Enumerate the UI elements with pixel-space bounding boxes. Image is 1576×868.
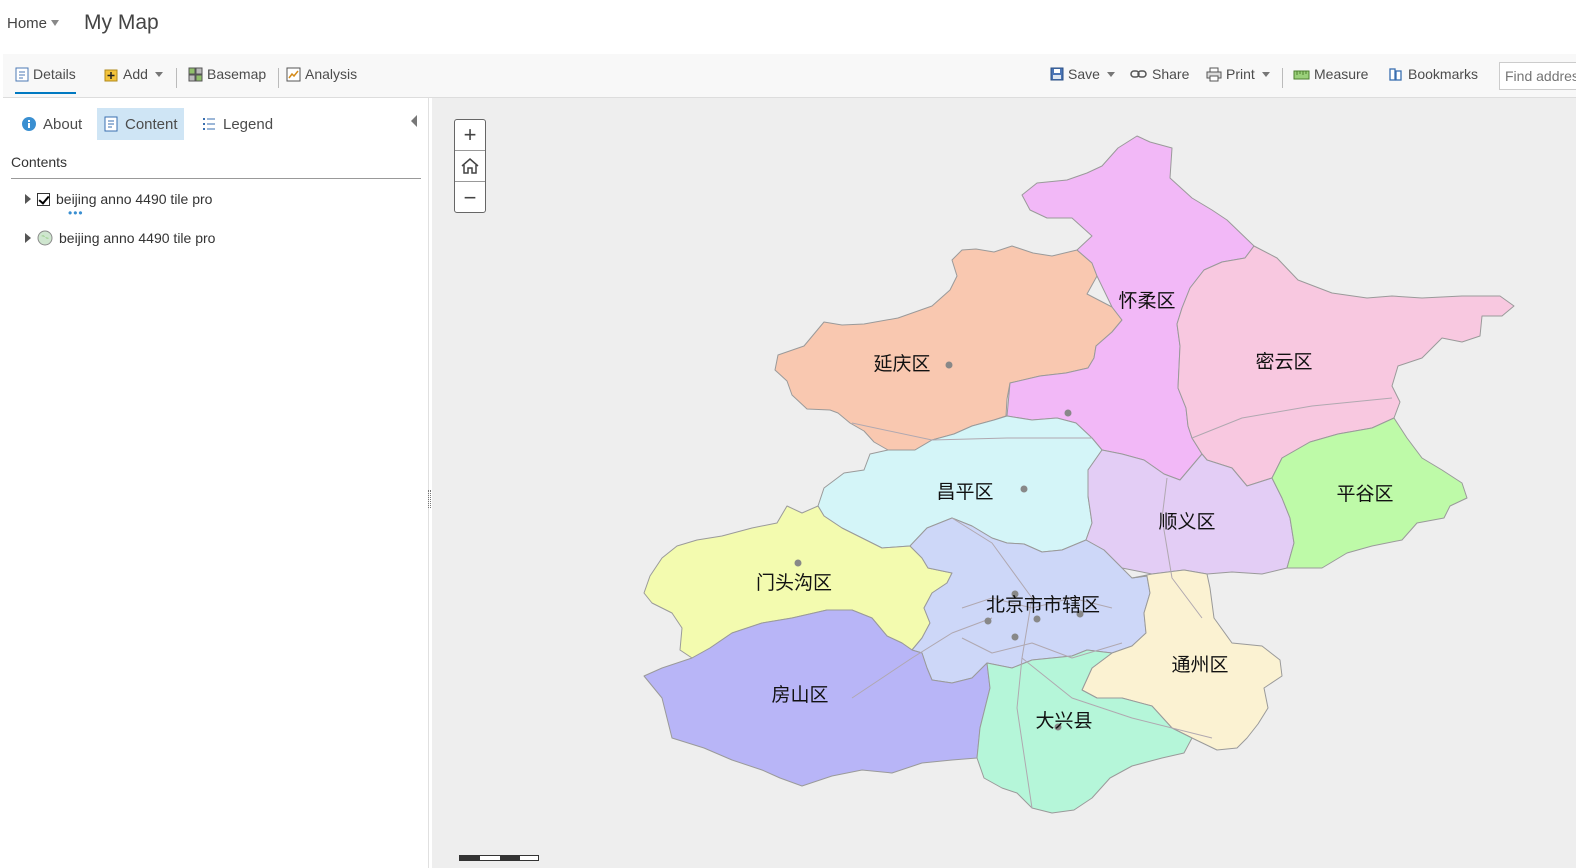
- bookmarks-button[interactable]: Bookmarks: [1388, 66, 1478, 82]
- layer-name: beijing anno 4490 tile pro: [56, 191, 213, 207]
- analysis-label: Analysis: [305, 66, 358, 82]
- layer-name: beijing anno 4490 tile pro: [59, 230, 216, 246]
- panel-resize-handle[interactable]: [428, 490, 431, 508]
- district-label: 门头沟区: [756, 572, 832, 594]
- district-label: 通州区: [1171, 654, 1228, 676]
- app-header: Home My Map: [0, 0, 1576, 52]
- tab-about[interactable]: About: [15, 108, 88, 140]
- expand-arrow-icon[interactable]: [25, 233, 31, 243]
- share-link-icon: [1130, 70, 1147, 78]
- district-label: 北京市市辖区: [986, 594, 1100, 616]
- map-point: [1020, 485, 1028, 493]
- add-button[interactable]: Add: [104, 66, 163, 82]
- map-point: [1011, 633, 1019, 641]
- measure-icon: [1293, 70, 1310, 79]
- print-button[interactable]: Print: [1206, 66, 1270, 82]
- map-view[interactable]: 延庆区 怀柔区 密云区 昌平区 顺义区 平谷区 门头沟区 北京市市辖区 通州区 …: [432, 98, 1576, 868]
- share-label: Share: [1152, 66, 1190, 82]
- tab-about-label: About: [43, 115, 83, 133]
- more-options-icon[interactable]: •••: [68, 207, 84, 219]
- expand-arrow-icon[interactable]: [25, 194, 31, 204]
- content-icon: [104, 116, 118, 132]
- analysis-icon: [286, 67, 301, 81]
- layer-visibility-checkbox[interactable]: [37, 192, 50, 206]
- print-icon: [1206, 67, 1222, 81]
- tab-content-label: Content: [125, 115, 178, 133]
- info-icon: [22, 117, 36, 131]
- tab-legend-label: Legend: [223, 115, 274, 133]
- add-label: Add: [123, 66, 148, 82]
- details-button[interactable]: Details: [15, 66, 76, 94]
- analysis-button[interactable]: Analysis: [286, 66, 357, 82]
- district-label: 大兴县: [1035, 710, 1092, 732]
- map-point: [794, 559, 802, 567]
- bookmarks-label: Bookmarks: [1408, 66, 1479, 82]
- toolbar: Details Add Basemap Analysis Save Share …: [3, 54, 1576, 98]
- map-point: [1064, 409, 1072, 417]
- district-label: 平谷区: [1336, 483, 1393, 505]
- divider: [11, 178, 421, 179]
- district-label: 房山区: [771, 684, 828, 706]
- toolbar-divider: [176, 68, 177, 88]
- district-label: 延庆区: [873, 353, 930, 375]
- add-layer-icon: [104, 69, 118, 81]
- basemap-icon: [188, 67, 203, 81]
- toolbar-divider: [1282, 68, 1283, 88]
- layer-item[interactable]: beijing anno 4490 tile pro: [25, 230, 215, 246]
- beijing-district-map: 延庆区 怀柔区 密云区 昌平区 顺义区 平谷区 门头沟区 北京市市辖区 通州区 …: [643, 135, 1515, 814]
- details-panel: About Content Legend Contents beijing an…: [3, 98, 429, 868]
- zoom-out-button[interactable]: −: [455, 182, 485, 213]
- contents-heading: Contents: [11, 154, 68, 170]
- toolbar-divider: [278, 68, 279, 88]
- home-extent-button[interactable]: [455, 151, 485, 182]
- district-label: 顺义区: [1158, 511, 1215, 533]
- scale-bar: [459, 855, 539, 861]
- district-label: 怀柔区: [1118, 290, 1175, 312]
- chevron-down-icon: [1106, 71, 1115, 77]
- save-button[interactable]: Save: [1050, 66, 1115, 82]
- search-input[interactable]: [1499, 62, 1576, 90]
- zoom-in-button[interactable]: +: [455, 120, 485, 151]
- share-button[interactable]: Share: [1130, 66, 1189, 82]
- collapse-panel-icon[interactable]: [411, 115, 417, 127]
- chevron-down-icon: [51, 20, 60, 26]
- measure-label: Measure: [1314, 66, 1369, 82]
- layer-item[interactable]: beijing anno 4490 tile pro: [25, 191, 212, 207]
- district-label: 昌平区: [936, 481, 993, 503]
- tab-legend[interactable]: Legend: [195, 108, 279, 140]
- home-menu[interactable]: Home: [7, 15, 60, 32]
- details-label: Details: [33, 66, 76, 82]
- chevron-down-icon: [1261, 71, 1270, 77]
- bookmarks-icon: [1389, 67, 1402, 81]
- tab-content[interactable]: Content: [97, 108, 184, 140]
- map-point: [1033, 615, 1041, 623]
- tile-layer-globe-icon: [37, 230, 53, 246]
- measure-button[interactable]: Measure: [1293, 66, 1368, 82]
- save-icon: [1050, 67, 1064, 81]
- home-icon: [461, 158, 479, 174]
- district-label: 密云区: [1255, 351, 1312, 373]
- basemap-label: Basemap: [207, 66, 267, 82]
- legend-icon: [203, 118, 215, 130]
- basemap-button[interactable]: Basemap: [188, 66, 266, 82]
- chevron-down-icon: [154, 71, 163, 77]
- map-title: My Map: [84, 11, 159, 34]
- save-label: Save: [1068, 66, 1100, 82]
- home-label: Home: [7, 15, 48, 32]
- map-point: [984, 617, 992, 625]
- map-point: [945, 361, 953, 369]
- zoom-control: + −: [454, 119, 486, 213]
- print-label: Print: [1226, 66, 1255, 82]
- details-icon: [15, 67, 29, 81]
